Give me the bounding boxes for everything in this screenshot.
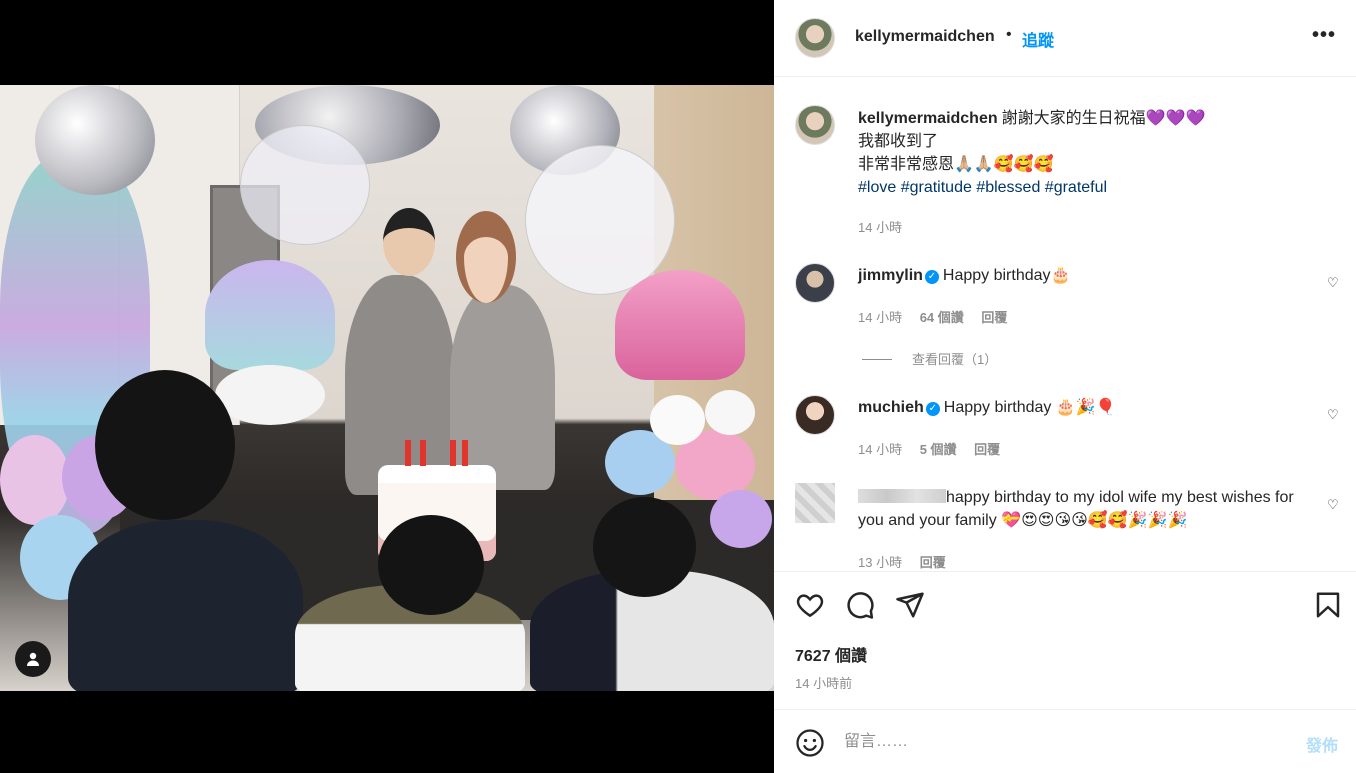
avatar[interactable] [795,105,835,145]
more-options-icon[interactable]: ••• [1312,24,1336,47]
shell-balloon [615,270,745,380]
blurred-username [858,489,946,503]
avatar[interactable] [795,263,835,303]
candle [405,440,411,466]
shell-balloon [205,260,335,370]
person-father [345,275,455,495]
candle [450,440,456,466]
caption-hashtags[interactable]: #love #gratitude #blessed #grateful [858,176,1338,199]
post-timestamp[interactable]: 14 小時前 [795,673,852,692]
comment-username[interactable]: jimmylin [858,267,923,284]
comment-input[interactable] [844,730,1284,754]
separator-dot: • [1006,26,1012,43]
candle [462,440,468,466]
caption-line: 非常非常感恩🙏🏼🙏🏼🥰🥰🥰 [858,156,1054,173]
balloon [0,435,70,525]
caption-line: 我都收到了 [858,133,939,150]
comment-text: muchieh ✓ Happy birthday 🎂🎉🎈 [858,396,1318,419]
candle [420,440,426,466]
comment-likes[interactable]: 64 個讚 [920,310,964,325]
comment-time: 14 小時 [858,310,903,325]
reply-button[interactable]: 回覆 [974,442,1000,457]
post-media [0,0,774,773]
reply-button[interactable]: 回覆 [981,310,1007,325]
caption-username[interactable]: kellymermaidchen [858,110,998,127]
child-left [68,520,303,691]
balloon [710,490,772,548]
comment-body: Happy birthday🎂 [942,267,1071,284]
clear-balloon [525,145,675,295]
heart-icon[interactable] [795,590,825,620]
send-icon[interactable] [895,590,925,620]
reply-button[interactable]: 回覆 [920,555,946,570]
post-actions: 7627 個讚 14 小時前 [774,571,1356,709]
balloon [705,390,755,435]
verified-icon: ✓ [925,402,940,416]
comment-likes[interactable]: 5 個讚 [920,442,957,457]
author-username[interactable]: kellymermaidchen [855,28,995,46]
comment-icon[interactable] [845,590,875,620]
comment-body: Happy birthday 🎂🎉🎈 [943,399,1116,416]
post-header: kellymermaidchen • 追蹤 ••• [774,0,1356,77]
comment-composer: 發佈 [774,709,1356,773]
verified-icon: ✓ [924,270,939,284]
clear-balloon [240,125,370,245]
avatar[interactable] [795,18,835,58]
comment-time: 14 小時 [858,442,903,457]
caption-time: 14 小時 [858,220,903,235]
avatar[interactable] [795,483,835,523]
child-head [95,370,235,520]
comment-like-icon[interactable]: ♡ [1327,275,1339,291]
follow-button[interactable]: 追蹤 [1022,27,1054,51]
user-tag-icon[interactable] [15,641,51,677]
silver-balloon [35,85,155,195]
comment-text: happy birthday to my idol wife my best w… [858,486,1318,532]
child-head [593,497,696,597]
avatar[interactable] [795,395,835,435]
comment-text: jimmylin ✓ Happy birthday🎂 [858,264,1318,287]
post-comment-button[interactable]: 發佈 [1306,732,1338,756]
caption-line: 謝謝大家的生日祝福💜💜💜 [1001,110,1206,127]
emoji-icon[interactable] [795,728,825,758]
instagram-post-modal: kellymermaidchen • 追蹤 ••• kellymermaidch… [0,0,1356,773]
caption-text: kellymermaidchen 謝謝大家的生日祝福💜💜💜 我都收到了 非常非常感… [858,107,1338,199]
person-head [383,208,435,276]
divider [862,359,892,360]
comment-meta: 13 小時 回覆 [858,552,960,571]
view-replies-button[interactable]: 查看回覆（1） [862,349,997,368]
balloon [650,395,705,445]
post-like-count[interactable]: 7627 個讚 [795,642,867,666]
comment-username[interactable]: muchieh [858,399,924,416]
post-details-panel: kellymermaidchen • 追蹤 ••• kellymermaidch… [774,0,1356,773]
child-head [378,515,484,615]
comment-meta: 14 小時 5 個讚 回覆 [858,439,1014,458]
person-head [456,211,516,303]
bookmark-icon[interactable] [1313,590,1343,620]
view-replies-label: 查看回覆（1） [912,352,998,367]
post-photo[interactable] [0,85,774,691]
comment-like-icon[interactable]: ♡ [1327,497,1339,513]
balloon [215,365,325,425]
comment-time: 13 小時 [858,555,903,570]
comment-meta: 14 小時 64 個讚 回覆 [858,307,1021,326]
comment-like-icon[interactable]: ♡ [1327,407,1339,423]
